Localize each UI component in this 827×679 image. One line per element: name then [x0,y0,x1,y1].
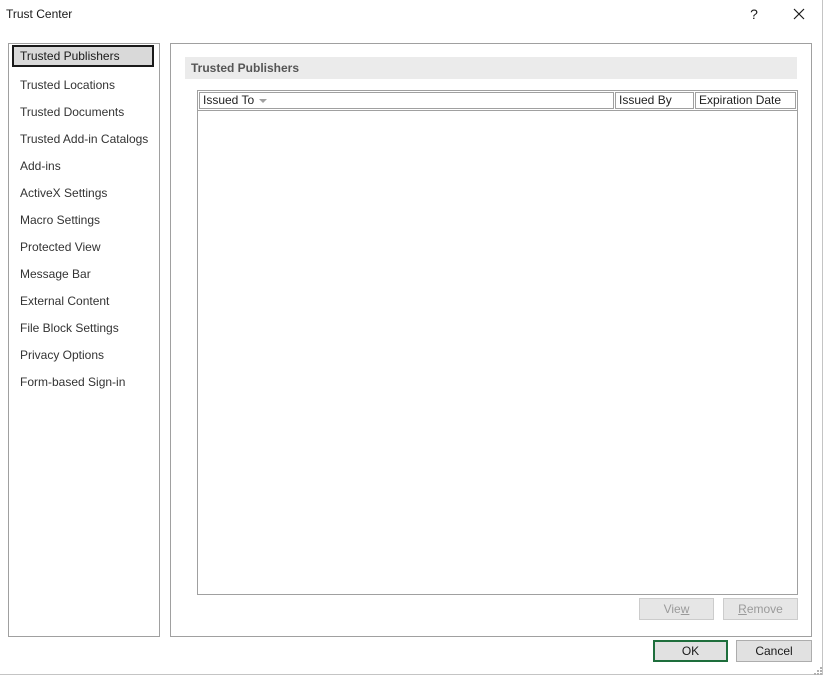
list-header: Issued To Issued By Expiration Date [198,91,797,111]
sidebar-item-trusted-publishers[interactable]: Trusted Publishers [12,45,154,67]
sidebar-item-file-block-settings[interactable]: File Block Settings [12,317,154,339]
sidebar-item-external-content[interactable]: External Content [12,290,154,312]
column-header-expiration-date[interactable]: Expiration Date [695,92,796,109]
help-button[interactable]: ? [742,4,766,24]
view-button-accel: w [680,602,690,616]
sidebar-item-trusted-documents[interactable]: Trusted Documents [12,101,154,123]
sidebar-item-message-bar[interactable]: Message Bar [12,263,154,285]
remove-button-label-suffix: emove [746,602,783,616]
remove-button-accel: R [738,602,747,616]
column-header-issued-by[interactable]: Issued By [615,92,694,109]
view-button[interactable]: View [639,598,714,620]
sidebar-item-trusted-locations[interactable]: Trusted Locations [12,74,154,96]
settings-panel: Trusted Publishers Issued To Issued By E… [170,43,812,637]
sidebar-item-trusted-add-in-catalogs[interactable]: Trusted Add-in Catalogs [12,128,154,150]
section-title: Trusted Publishers [185,57,797,79]
sidebar-item-add-ins[interactable]: Add-ins [12,155,154,177]
view-button-label-prefix: Vie [663,602,681,616]
ok-button[interactable]: OK [653,640,728,662]
remove-button[interactable]: Remove [723,598,798,620]
category-sidebar: Trusted Publishers Trusted Locations Tru… [8,43,160,637]
column-header-issued-to[interactable]: Issued To [199,92,614,109]
column-label-issued-to: Issued To [203,93,255,107]
trust-center-dialog: Trust Center ? Trusted Publishers Truste… [0,0,823,675]
close-icon [793,8,805,20]
trusted-publishers-list[interactable]: Issued To Issued By Expiration Date [197,90,798,595]
sidebar-item-activex-settings[interactable]: ActiveX Settings [12,182,154,204]
close-button[interactable] [787,4,811,24]
window-title: Trust Center [6,7,73,21]
sidebar-item-macro-settings[interactable]: Macro Settings [12,209,154,231]
sidebar-item-form-based-sign-in[interactable]: Form-based Sign-in [12,371,154,393]
sidebar-item-protected-view[interactable]: Protected View [12,236,154,258]
cancel-button[interactable]: Cancel [736,640,812,662]
resize-grip-icon[interactable] [813,665,823,675]
sort-down-icon [259,93,268,108]
sidebar-item-privacy-options[interactable]: Privacy Options [12,344,154,366]
